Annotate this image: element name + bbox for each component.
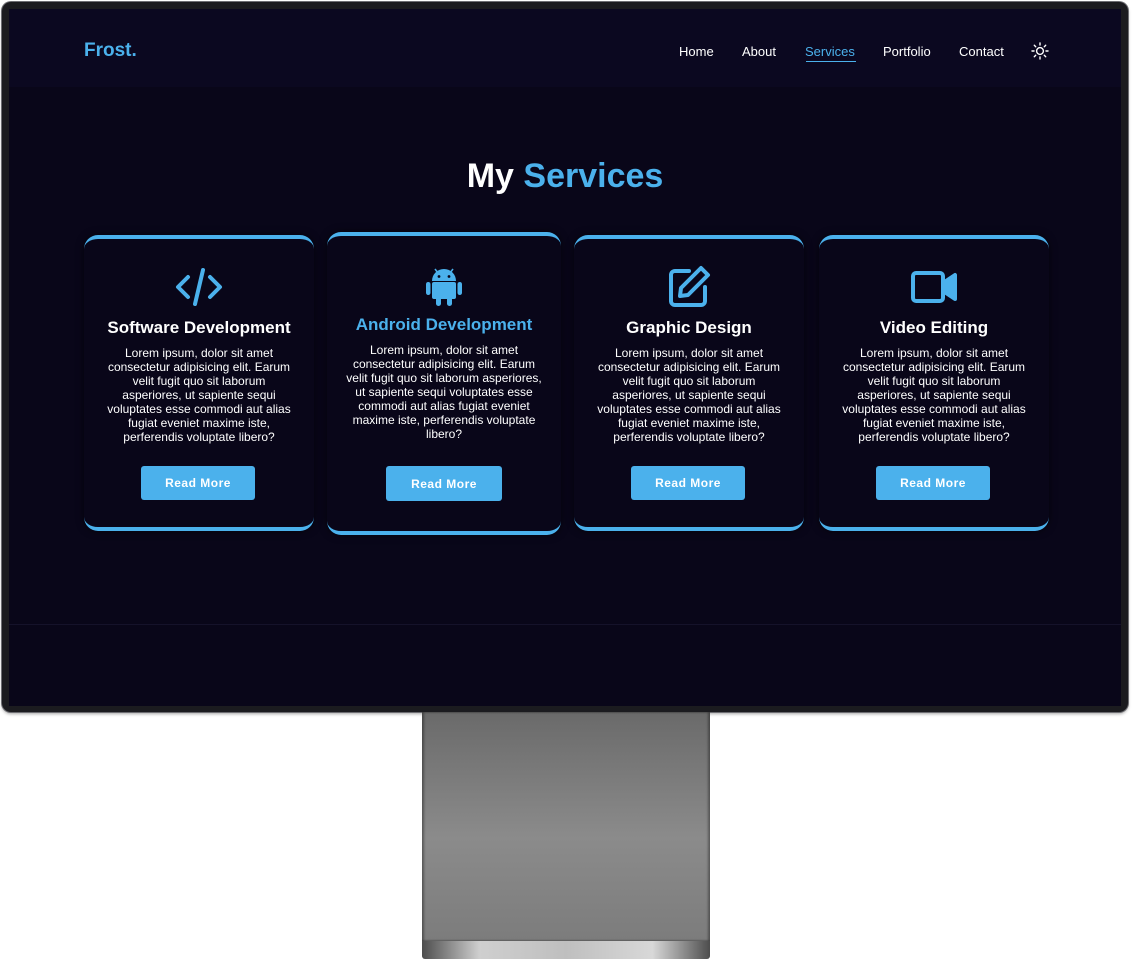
navbar: Frost. Home About Services Portfolio Con… [9,9,1121,87]
edit-icon [669,266,710,307]
code-icon [176,268,222,306]
nav-link-about[interactable]: About [742,44,776,59]
read-more-button[interactable]: Read More [141,466,255,500]
service-card-android: Android Development Lorem ipsum, dolor s… [327,232,561,535]
section-divider [9,624,1121,625]
nav-link-services[interactable]: Services [805,44,855,59]
monitor-frame: Frost. Home About Services Portfolio Con… [2,2,1128,712]
read-more-button[interactable]: Read More [631,466,745,500]
card-description: Lorem ipsum, dolor sit amet consectetur … [107,346,291,444]
service-card-video: Video Editing Lorem ipsum, dolor sit ame… [819,235,1049,531]
nav-link-home[interactable]: Home [679,44,714,59]
card-title: Software Development [107,318,291,337]
read-more-button[interactable]: Read More [876,466,990,500]
heading-word-1: My [466,157,514,195]
card-title: Video Editing [879,318,989,337]
card-description: Lorem ipsum, dolor sit amet consectetur … [346,343,542,441]
service-card-software: Software Development Lorem ipsum, dolor … [84,235,314,531]
nav-link-contact[interactable]: Contact [959,44,1004,59]
monitor-stand-base [422,941,710,959]
card-title: Graphic Design [626,318,752,337]
video-camera-icon [911,271,957,303]
card-title: Android Development [355,315,533,334]
heading-word-2: Services [523,157,664,195]
sun-icon [1031,42,1049,60]
card-description: Lorem ipsum, dolor sit amet consectetur … [842,346,1026,444]
screen: Frost. Home About Services Portfolio Con… [9,9,1121,706]
card-description: Lorem ipsum, dolor sit amet consectetur … [597,346,781,444]
android-icon [426,268,462,306]
service-card-graphic: Graphic Design Lorem ipsum, dolor sit am… [574,235,804,531]
nav-link-portfolio[interactable]: Portfolio [883,44,931,59]
active-nav-underline [806,61,856,62]
theme-toggle-button[interactable] [1031,42,1049,60]
logo[interactable]: Frost. [84,40,137,62]
read-more-button[interactable]: Read More [386,466,502,501]
section-heading: My Services [9,157,1121,196]
monitor-stand [422,712,710,941]
